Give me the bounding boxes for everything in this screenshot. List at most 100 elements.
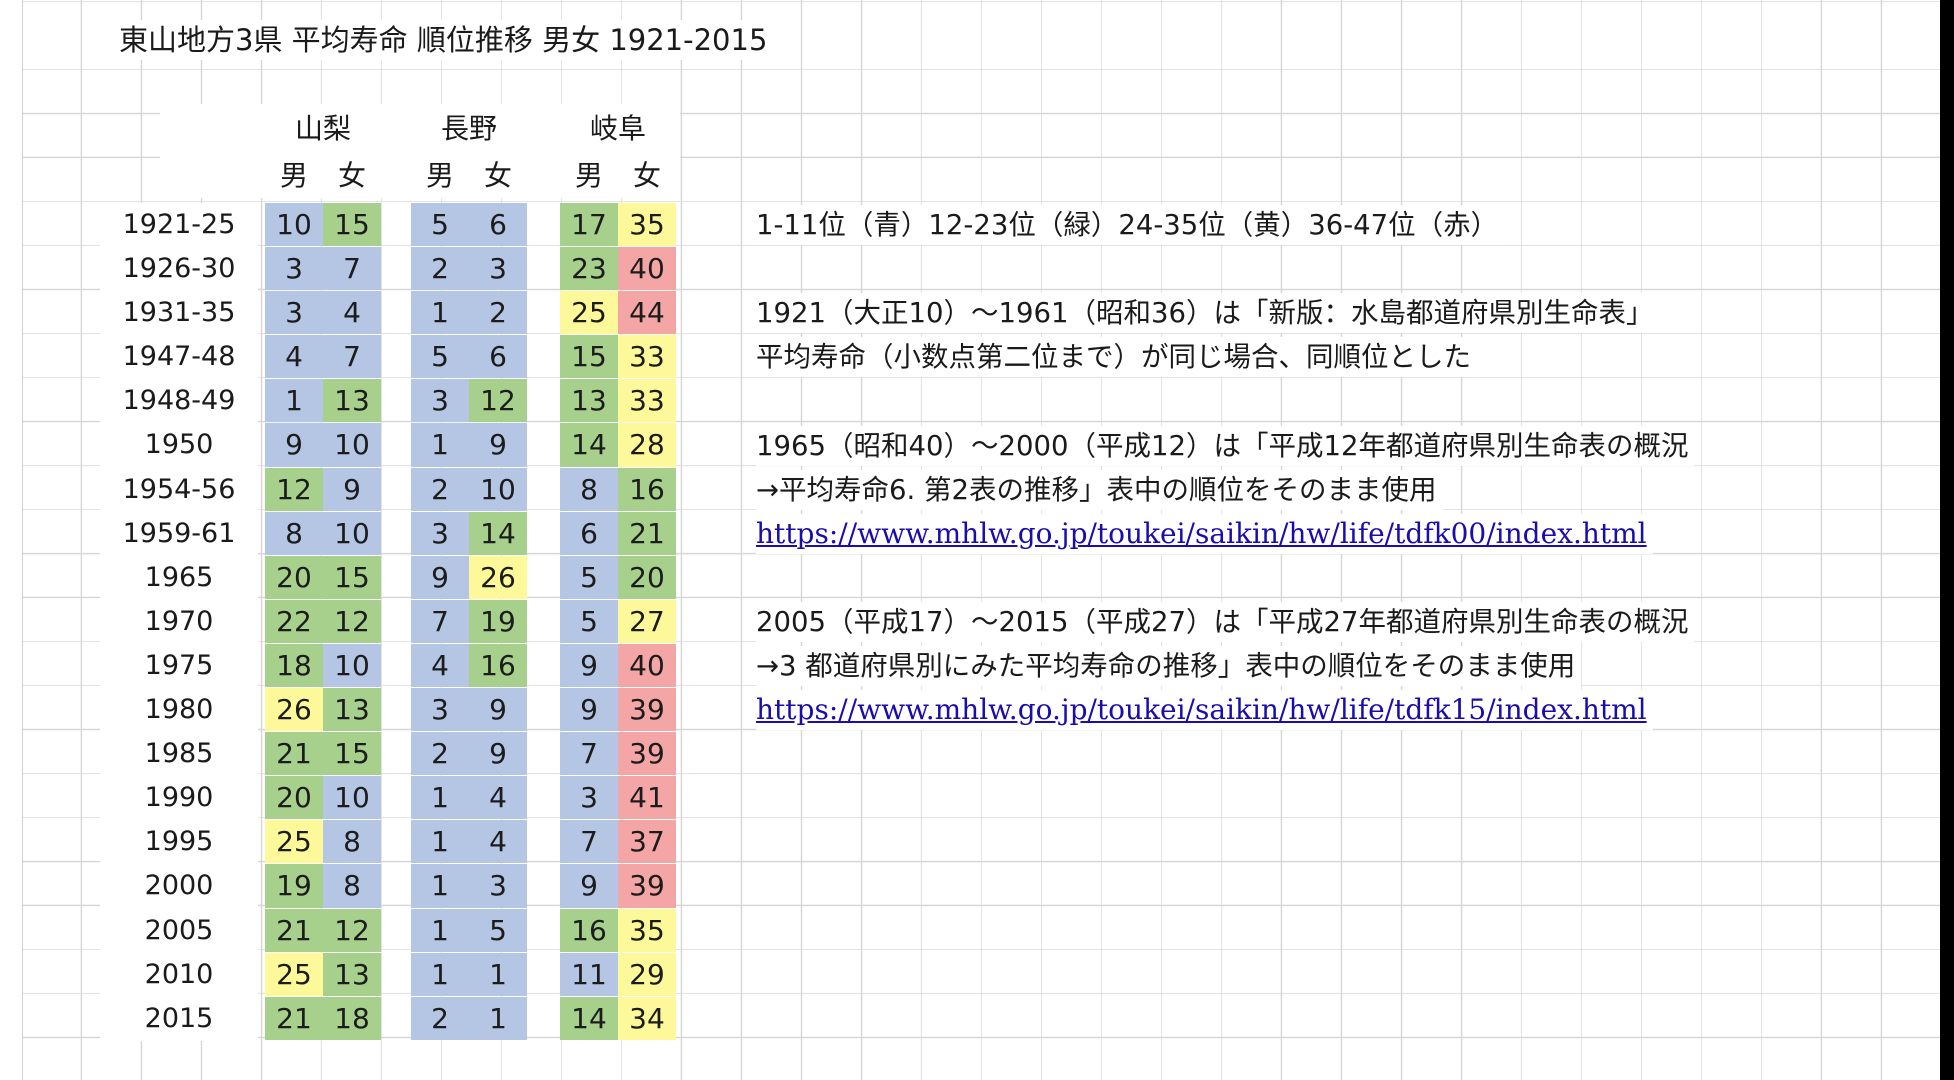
rank-cell: 1 bbox=[411, 776, 469, 820]
year-label: 1975 bbox=[100, 643, 258, 689]
rank-cell: 37 bbox=[618, 820, 676, 864]
rank-cell: 22 bbox=[265, 599, 323, 643]
rank-cell: 10 bbox=[323, 643, 381, 688]
rank-cell: 2 bbox=[469, 291, 527, 335]
rank-cell: 3 bbox=[469, 247, 527, 291]
rank-cell: 25 bbox=[560, 291, 618, 335]
rank-cell: 1 bbox=[265, 379, 323, 423]
year-column: 1921-25 1926-30 1931-35 1947-48 1948-49 1950 1… bbox=[100, 203, 258, 1041]
rank-cell: 39 bbox=[618, 688, 676, 732]
year-label: 1947-48 bbox=[100, 335, 258, 380]
rank-cell: 7 bbox=[323, 247, 381, 291]
rank-cell: 12 bbox=[323, 599, 381, 643]
rank-cell: 11 bbox=[560, 952, 618, 996]
header-nagano-female: 女 bbox=[483, 159, 512, 192]
rank-cell: 4 bbox=[411, 643, 469, 688]
year-label: 2005 bbox=[100, 908, 258, 953]
header-prefecture-yamanashi: 山梨 bbox=[294, 112, 351, 145]
rank-cell: 27 bbox=[618, 599, 676, 643]
note-line: 2005（平成17）～2015（平成27）は「平成27年都道府県別生命表の概況 bbox=[756, 601, 1695, 642]
rank-cell: 4 bbox=[265, 335, 323, 379]
rank-cell: 35 bbox=[618, 908, 676, 952]
rank-cell: 6 bbox=[469, 203, 527, 247]
rank-cell: 9 bbox=[469, 688, 527, 732]
rank-cell: 2 bbox=[411, 247, 469, 291]
rank-cell: 9 bbox=[469, 423, 527, 467]
rank-cell: 5 bbox=[560, 555, 618, 599]
rank-cell: 3 bbox=[411, 511, 469, 555]
rank-cell: 1 bbox=[469, 996, 527, 1040]
rank-cell: 20 bbox=[265, 555, 323, 599]
year-label: 1970 bbox=[100, 599, 258, 644]
rank-cell: 1 bbox=[411, 908, 469, 952]
rank-cell: 28 bbox=[618, 423, 676, 467]
source-link[interactable]: https://www.mhlw.go.jp/toukei/saikin/hw/… bbox=[756, 690, 1653, 731]
rank-cell: 10 bbox=[323, 776, 381, 820]
rank-cell: 1 bbox=[469, 952, 527, 996]
header-nagano-male: 男 bbox=[425, 159, 454, 192]
rank-cell: 9 bbox=[560, 688, 618, 732]
rank-cell: 1 bbox=[411, 952, 469, 996]
rank-cell: 16 bbox=[618, 467, 676, 511]
rank-cell: 4 bbox=[469, 776, 527, 820]
year-label: 1931-35 bbox=[100, 291, 258, 336]
year-label: 1965 bbox=[100, 555, 258, 600]
rank-cell: 2 bbox=[411, 996, 469, 1040]
rank-cell: 1 bbox=[411, 291, 469, 335]
rank-cell: 15 bbox=[323, 732, 381, 776]
sheet-left-margin bbox=[0, 0, 23, 1080]
header-yamanashi-female: 女 bbox=[337, 159, 366, 192]
header-prefecture-nagano: 長野 bbox=[440, 112, 497, 145]
rank-cell: 35 bbox=[618, 203, 676, 247]
rank-cell: 4 bbox=[323, 291, 381, 335]
rank-column-nagano-male: 5215312397432111112 bbox=[411, 203, 469, 1041]
rank-cell: 25 bbox=[265, 820, 323, 864]
header-yamanashi-male: 男 bbox=[279, 159, 308, 192]
rank-cell: 9 bbox=[560, 864, 618, 908]
year-label: 1950 bbox=[100, 423, 258, 468]
rank-cell: 9 bbox=[469, 732, 527, 776]
rank-cell: 20 bbox=[265, 776, 323, 820]
rank-cell: 21 bbox=[618, 511, 676, 555]
rank-cell: 10 bbox=[323, 511, 381, 555]
rank-cell: 41 bbox=[618, 776, 676, 820]
sheet-title: 東山地方3県 平均寿命 順位推移 男女 1921-2015 bbox=[115, 20, 772, 60]
rank-cell: 12 bbox=[323, 908, 381, 952]
note-line: 1-11位（青）12-23位（緑）24-35位（黄）36-47位（赤） bbox=[756, 205, 1505, 245]
rank-cell: 13 bbox=[323, 688, 381, 732]
rank-cell: 23 bbox=[560, 247, 618, 291]
rank-cell: 5 bbox=[411, 203, 469, 247]
rank-cell: 8 bbox=[265, 511, 323, 555]
rank-cell: 39 bbox=[618, 732, 676, 776]
rank-cell: 2 bbox=[411, 732, 469, 776]
rank-cell: 6 bbox=[469, 335, 527, 379]
rank-cell: 18 bbox=[323, 996, 381, 1040]
rank-column-nagano-female: 6 3 2 6 12 9 10 14 26 19 16 9 9 4 4 3 5 1 1 bbox=[469, 203, 527, 1041]
rank-cell: 7 bbox=[411, 599, 469, 643]
rank-cell: 13 bbox=[323, 952, 381, 996]
rank-cell: 9 bbox=[323, 467, 381, 511]
rank-cell: 5 bbox=[469, 908, 527, 952]
rank-cell: 21 bbox=[265, 908, 323, 952]
year-label: 1959-61 bbox=[100, 511, 258, 556]
rank-cell: 9 bbox=[265, 423, 323, 467]
rank-cell: 9 bbox=[560, 643, 618, 688]
rank-cell: 13 bbox=[323, 379, 381, 423]
note-line: 平均寿命（小数点第二位まで）が同じ場合、同順位とした bbox=[756, 337, 1477, 378]
rank-cell: 33 bbox=[618, 379, 676, 423]
rank-cell: 8 bbox=[560, 467, 618, 511]
rank-cell: 12 bbox=[265, 467, 323, 511]
rank-cell: 26 bbox=[265, 688, 323, 732]
rank-column-yamanashi-female: 15 7 4 7 13 10 9 10 15 12 10 13 15 10 8 8 12 13 18 bbox=[323, 203, 381, 1041]
rank-cell: 3 bbox=[265, 247, 323, 291]
rank-cell: 15 bbox=[560, 335, 618, 379]
rank-cell: 21 bbox=[265, 996, 323, 1040]
rank-cell: 6 bbox=[560, 511, 618, 555]
rank-cell: 10 bbox=[265, 203, 323, 247]
rank-cell: 9 bbox=[411, 555, 469, 599]
year-label: 1980 bbox=[100, 688, 258, 733]
rank-cell: 14 bbox=[560, 996, 618, 1040]
source-link[interactable]: https://www.mhlw.go.jp/toukei/saikin/hw/… bbox=[756, 513, 1653, 554]
rank-cell: 18 bbox=[265, 643, 323, 688]
rank-cell: 3 bbox=[469, 864, 527, 908]
